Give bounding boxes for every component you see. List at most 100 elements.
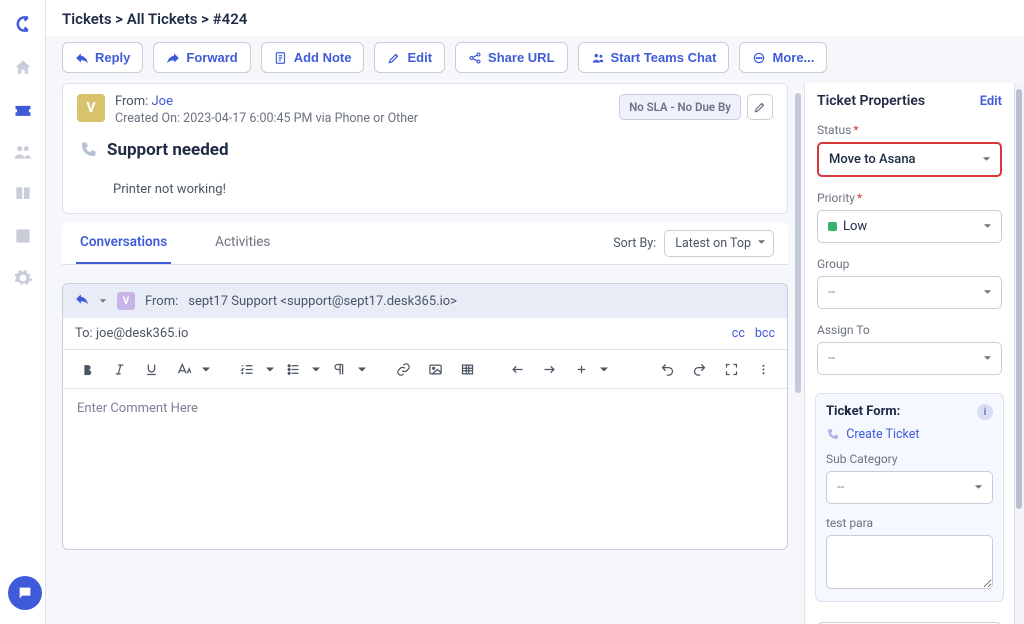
phone-icon [79,141,97,159]
insert-button[interactable] [567,356,595,382]
editor-more-button[interactable] [749,356,777,382]
group-value: -- [828,285,835,300]
edit-header-button[interactable] [747,94,773,120]
redo-button[interactable] [685,356,713,382]
reply-icon [75,51,89,65]
ticket-form-card: i Ticket Form: Create Ticket Sub Categor… [815,393,1004,602]
create-ticket-link[interactable]: Create Ticket [846,427,919,442]
left-nav [0,0,46,624]
reply-mode-caret[interactable] [99,294,107,309]
add-note-button[interactable]: Add Note [261,42,365,73]
edit-label: Edit [407,50,432,65]
share-url-button[interactable]: Share URL [455,42,567,73]
requester-avatar: V [77,94,105,122]
more-button[interactable]: More... [739,42,827,73]
info-icon[interactable]: i [977,404,993,420]
created-line: Created On: 2023-04-17 6:00:45 PM via Ph… [115,111,609,126]
assign-value: -- [828,351,835,366]
paragraph-button[interactable] [325,356,353,382]
unordered-list-button[interactable] [279,356,307,382]
tab-activities[interactable]: Activities [211,222,274,264]
pencil-icon [387,51,401,65]
properties-title: Ticket Properties [817,93,925,109]
insert-caret[interactable] [599,356,609,382]
chat-fab[interactable] [8,576,42,610]
share-icon [468,51,482,65]
font-caret[interactable] [201,356,211,382]
ticket-form-title: Ticket Form: [826,404,993,419]
assign-label: Assign To [817,323,1002,337]
nav-knowledge-icon[interactable] [13,184,33,204]
more-label: More... [772,50,814,65]
teams-chat-button[interactable]: Start Teams Chat [578,42,730,73]
status-label: Status* [817,123,1002,137]
assign-select[interactable]: -- [817,342,1002,375]
properties-edit-link[interactable]: Edit [980,94,1002,109]
subcategory-value: -- [837,480,844,495]
priority-select[interactable]: Low [817,210,1002,243]
reply-arrow-icon[interactable] [75,292,89,310]
teams-icon [591,51,605,65]
reply-to-value: joe@desk365.io [96,326,189,341]
link-button[interactable] [389,356,417,382]
testpara-label: test para [826,516,993,530]
right-scrollbar[interactable] [1014,83,1024,624]
sort-label: Sort By: [613,236,656,251]
priority-label: Priority* [817,191,1002,205]
bold-button[interactable] [73,356,101,382]
agent-avatar: V [117,292,135,310]
ticket-header: V From: Joe Created On: 2023-04-17 6:00:… [62,83,788,214]
bcc-button[interactable]: bcc [755,326,775,341]
ticket-properties-panel: Ticket Properties Edit Status* Move to A… [804,83,1014,624]
status-value: Move to Asana [829,152,916,167]
ticket-subject: Support needed [107,140,229,160]
nav-reports-icon[interactable] [13,226,33,246]
note-icon [274,51,288,65]
pencil-icon [753,100,767,114]
chevron-down-icon [983,351,992,366]
image-button[interactable] [421,356,449,382]
nav-home-icon[interactable] [13,58,33,78]
outdent-button[interactable] [503,356,531,382]
underline-button[interactable] [137,356,165,382]
teams-chat-label: Start Teams Chat [611,50,717,65]
edit-button[interactable]: Edit [374,42,445,73]
action-toolbar: Reply Forward Add Note Edit Share URL St… [46,36,1024,83]
chevron-down-icon [982,152,991,167]
center-scrollbar[interactable] [794,83,802,624]
nav-contacts-icon[interactable] [13,142,33,162]
ordered-list-button[interactable] [233,356,261,382]
ul-caret[interactable] [311,356,321,382]
chevron-down-icon [983,285,992,300]
reply-label: Reply [95,50,130,65]
status-select[interactable]: Move to Asana [817,142,1002,177]
fullscreen-button[interactable] [717,356,745,382]
group-select[interactable]: -- [817,276,1002,309]
reply-editor: V From: sept17 Support <support@sept17.d… [62,283,788,550]
editor-body[interactable]: Enter Comment Here [63,389,787,549]
cc-button[interactable]: cc [732,326,745,341]
requester-link[interactable]: Joe [152,94,173,109]
forward-button[interactable]: Forward [153,42,250,73]
nav-settings-icon[interactable] [13,268,33,288]
nav-tickets-icon[interactable] [13,100,33,120]
table-button[interactable] [453,356,481,382]
ol-caret[interactable] [265,356,275,382]
phone-icon [826,428,839,441]
tab-conversations[interactable]: Conversations [76,222,171,264]
tabs-row: Conversations Activities Sort By: Latest… [62,222,788,265]
para-caret[interactable] [357,356,367,382]
sla-chip: No SLA - No Due By [619,94,741,120]
forward-label: Forward [186,50,237,65]
font-button[interactable] [169,356,197,382]
subcategory-select[interactable]: -- [826,471,993,504]
italic-button[interactable] [105,356,133,382]
testpara-textarea[interactable] [826,535,993,589]
reply-button[interactable]: Reply [62,42,143,73]
indent-button[interactable] [535,356,563,382]
undo-button[interactable] [653,356,681,382]
reply-from-value: sept17 Support <support@sept17.desk365.i… [188,294,457,309]
add-note-label: Add Note [294,50,352,65]
priority-dot [828,222,837,231]
sort-select[interactable]: Latest on Top [664,230,774,257]
